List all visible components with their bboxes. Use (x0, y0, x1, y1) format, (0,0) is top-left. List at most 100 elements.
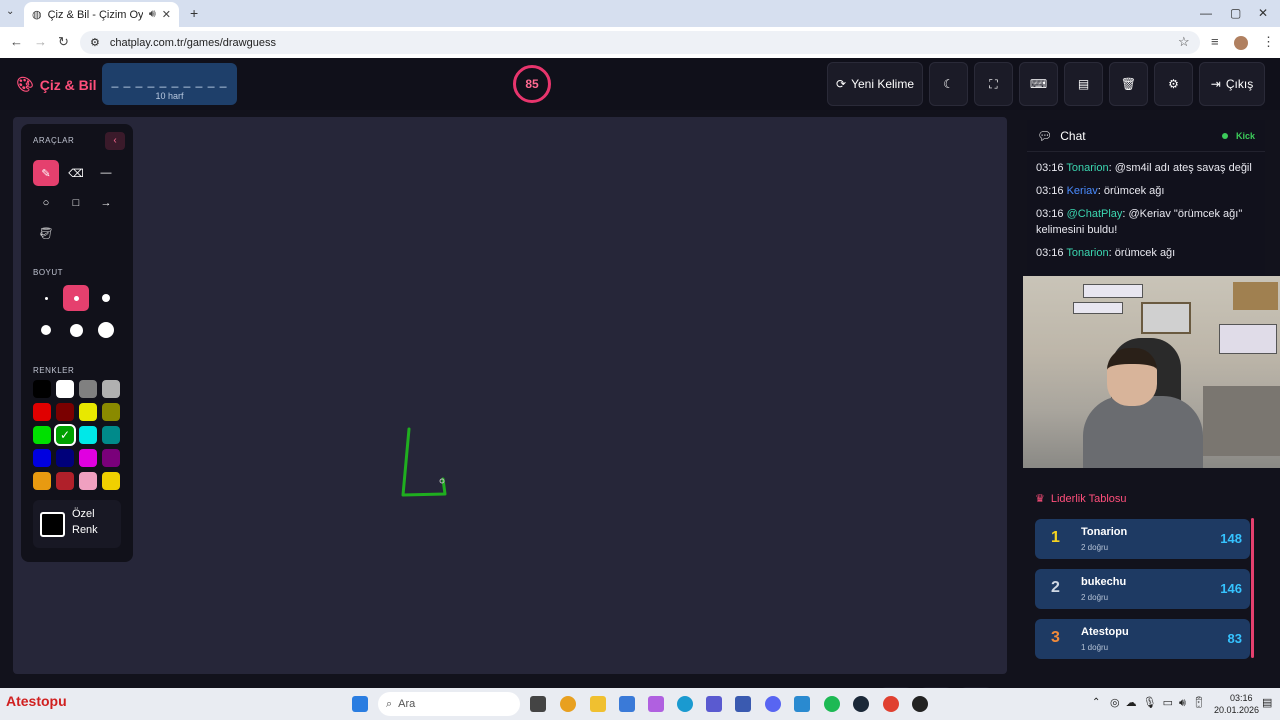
back-icon[interactable]: ← (10, 34, 23, 49)
theme-toggle-button[interactable]: ☾ (929, 62, 968, 106)
browser-tab[interactable]: ◍ Çiz & Bil - Çizim Oyunu 🔊︎ ✕ (24, 2, 179, 27)
color-swatch[interactable]: ✓ (54, 424, 76, 446)
size-5[interactable] (63, 317, 89, 343)
size-3[interactable] (93, 285, 119, 311)
circle-tool[interactable]: ○ (33, 190, 59, 216)
settings-button[interactable]: ⚙ (1154, 62, 1193, 106)
color-swatch[interactable] (56, 403, 74, 421)
chrome-app-icon[interactable] (560, 696, 576, 712)
couch (1203, 386, 1280, 456)
size-6[interactable] (93, 317, 119, 343)
chat-user[interactable]: Keriav (1067, 185, 1098, 197)
reload-icon[interactable]: ↻ (58, 34, 69, 50)
file-explorer-icon[interactable] (590, 696, 606, 712)
site-info-icon[interactable]: ⚙ (90, 36, 100, 49)
eraser-tool[interactable]: ⌫ (63, 160, 89, 186)
new-word-button[interactable]: ⟳ Yeni Kelime (827, 62, 923, 106)
browser-menu-icon[interactable]: ⋮ (1262, 34, 1275, 50)
clock-time[interactable]: 03:16 (1230, 693, 1253, 703)
chat-user[interactable]: @ChatPlay (1067, 208, 1123, 220)
color-swatch[interactable] (33, 403, 51, 421)
fullscreen-button[interactable]: ⛶ (974, 62, 1013, 106)
line-tool[interactable]: — (93, 160, 119, 186)
steam-icon[interactable] (853, 696, 869, 712)
start-button[interactable] (352, 696, 368, 712)
rectangle-tool[interactable]: □ (63, 190, 89, 216)
tray-chevron-icon[interactable]: ⌃ (1092, 697, 1100, 708)
exit-button[interactable]: ⇥ Çıkış (1199, 62, 1265, 106)
tab-list-icon[interactable]: ⌄ (6, 6, 14, 17)
color-swatch[interactable] (56, 472, 74, 490)
bookmark-star-icon[interactable]: ☆ (1178, 34, 1190, 50)
monitor-icon[interactable] (794, 696, 810, 712)
size-2[interactable] (63, 285, 89, 311)
color-swatch[interactable] (79, 449, 97, 467)
media-control-icon[interactable]: ≡ (1211, 34, 1219, 49)
leaderboard-scrollbar[interactable] (1251, 518, 1254, 658)
close-window-icon[interactable]: ✕ (1258, 6, 1268, 20)
edge-icon[interactable] (677, 696, 693, 712)
spotify-icon[interactable] (824, 696, 840, 712)
color-swatch[interactable] (56, 449, 74, 467)
custom-color-button[interactable]: Özel Renk (33, 500, 121, 548)
maximize-icon[interactable]: ▢ (1230, 6, 1241, 20)
keyboard-button[interactable]: ⌨ (1019, 62, 1058, 106)
notification-icon[interactable]: ▤ (1262, 696, 1272, 709)
teams-icon[interactable] (706, 696, 722, 712)
color-swatch[interactable] (102, 403, 120, 421)
minimize-icon[interactable]: — (1200, 6, 1212, 20)
close-tab-icon[interactable]: ✕ (162, 8, 171, 21)
speaker-icon[interactable]: 🔊︎ (149, 8, 156, 21)
tab-strip: ⌄ ◍ Çiz & Bil - Çizim Oyunu 🔊︎ ✕ + — ▢ ✕ (0, 0, 1280, 27)
dot-icon (41, 325, 51, 335)
task-view-icon[interactable] (530, 696, 546, 712)
wall-poster (1073, 302, 1123, 314)
store-icon[interactable] (619, 696, 635, 712)
color-swatch[interactable] (102, 426, 120, 444)
tray-icons[interactable]: ◎☁🎙︎▭🔊︎🔋︎ (1110, 696, 1212, 710)
forward-icon[interactable]: → (34, 34, 47, 49)
size-4[interactable] (33, 317, 59, 343)
url-field[interactable]: ⚙ chatplay.com.tr/games/drawguess (80, 31, 1200, 54)
clear-button[interactable]: 🗑︎ (1109, 62, 1148, 106)
color-swatch[interactable] (56, 380, 74, 398)
color-swatch[interactable] (33, 426, 51, 444)
exit-label: Çıkış (1225, 77, 1254, 91)
taskbar-left-widget[interactable]: Atestopu (6, 693, 67, 709)
new-tab-button[interactable]: + (190, 5, 198, 21)
color-swatch[interactable] (79, 426, 97, 444)
color-swatch[interactable] (102, 449, 120, 467)
brush-tool[interactable]: ✎ (33, 160, 59, 186)
discord-icon[interactable] (765, 696, 781, 712)
fill-tool[interactable]: 🪣︎ (33, 220, 59, 246)
leaderboard-row: 1 Tonarion 2 doğru 148 (1035, 519, 1250, 559)
vpn-icon[interactable] (735, 696, 751, 712)
color-swatch[interactable] (79, 380, 97, 398)
chat-user[interactable]: Tonarion (1066, 247, 1108, 259)
clock-date[interactable]: 20.01.2026 (1214, 705, 1259, 715)
leader-correct: 2 doğru (1081, 543, 1109, 552)
color-swatch[interactable] (33, 472, 51, 490)
arrow-tool[interactable]: → (93, 190, 119, 216)
logo-text: Çiz & Bil (39, 76, 97, 93)
drawing-canvas[interactable]: ↶ ↷ 🗑︎ (13, 117, 1007, 719)
size-1[interactable] (33, 285, 59, 311)
taskbar-search[interactable]: ⌕ Ara (378, 692, 520, 716)
chat-message: 03:16 Tonarion: @sm4il adı ateş savaş de… (1027, 160, 1265, 176)
color-swatch[interactable] (79, 472, 97, 490)
color-swatch[interactable] (102, 472, 120, 490)
chat-time: 03:16 (1036, 162, 1067, 174)
obs-icon[interactable] (912, 696, 928, 712)
chat-time: 03:16 (1036, 247, 1067, 259)
wall-poster (1083, 284, 1143, 298)
collapse-panel-button[interactable]: ‹ (105, 132, 125, 150)
chat-user[interactable]: Tonarion (1066, 162, 1108, 174)
color-swatch[interactable] (79, 403, 97, 421)
archive-button[interactable]: ▤ (1064, 62, 1103, 106)
color-swatch[interactable] (102, 380, 120, 398)
color-swatch[interactable] (33, 449, 51, 467)
chrome-active-icon[interactable] (883, 696, 899, 712)
copilot-icon[interactable] (648, 696, 664, 712)
color-swatch[interactable] (33, 380, 51, 398)
profile-avatar[interactable] (1234, 36, 1248, 50)
